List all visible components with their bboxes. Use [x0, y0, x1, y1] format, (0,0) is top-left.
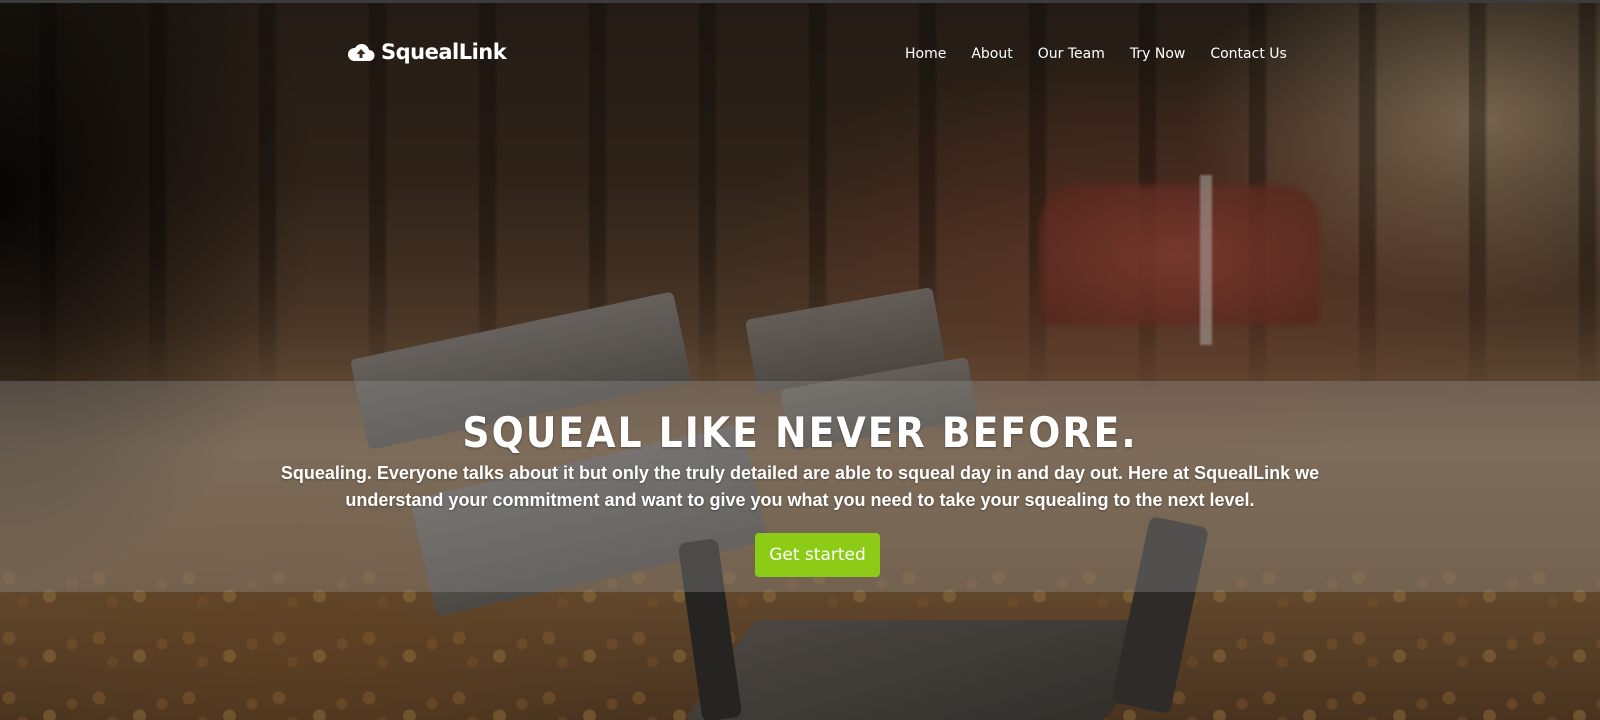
hero-subtext: Squealing. Everyone talks about it but o…: [280, 463, 1320, 510]
navbar: SquealLink Home About Our Team Try Now C…: [0, 0, 1600, 110]
hero-headline: SQUEAL LIKE NEVER BEFORE.: [462, 408, 1138, 457]
main-nav: Home About Our Team Try Now Contact Us: [905, 46, 1312, 62]
nav-link-home[interactable]: Home: [905, 46, 946, 62]
nav-link-our-team[interactable]: Our Team: [1038, 46, 1105, 62]
top-border: [0, 0, 1600, 3]
get-started-button[interactable]: Get started: [755, 533, 880, 577]
brand-logo[interactable]: SquealLink: [347, 40, 507, 64]
hero-section: SquealLink Home About Our Team Try Now C…: [0, 0, 1600, 720]
brand-name: SquealLink: [381, 40, 507, 64]
nav-link-contact-us[interactable]: Contact Us: [1210, 46, 1286, 62]
nav-link-about[interactable]: About: [971, 46, 1012, 62]
nav-link-try-now[interactable]: Try Now: [1130, 46, 1185, 62]
cloud-upload-icon: [347, 43, 375, 61]
